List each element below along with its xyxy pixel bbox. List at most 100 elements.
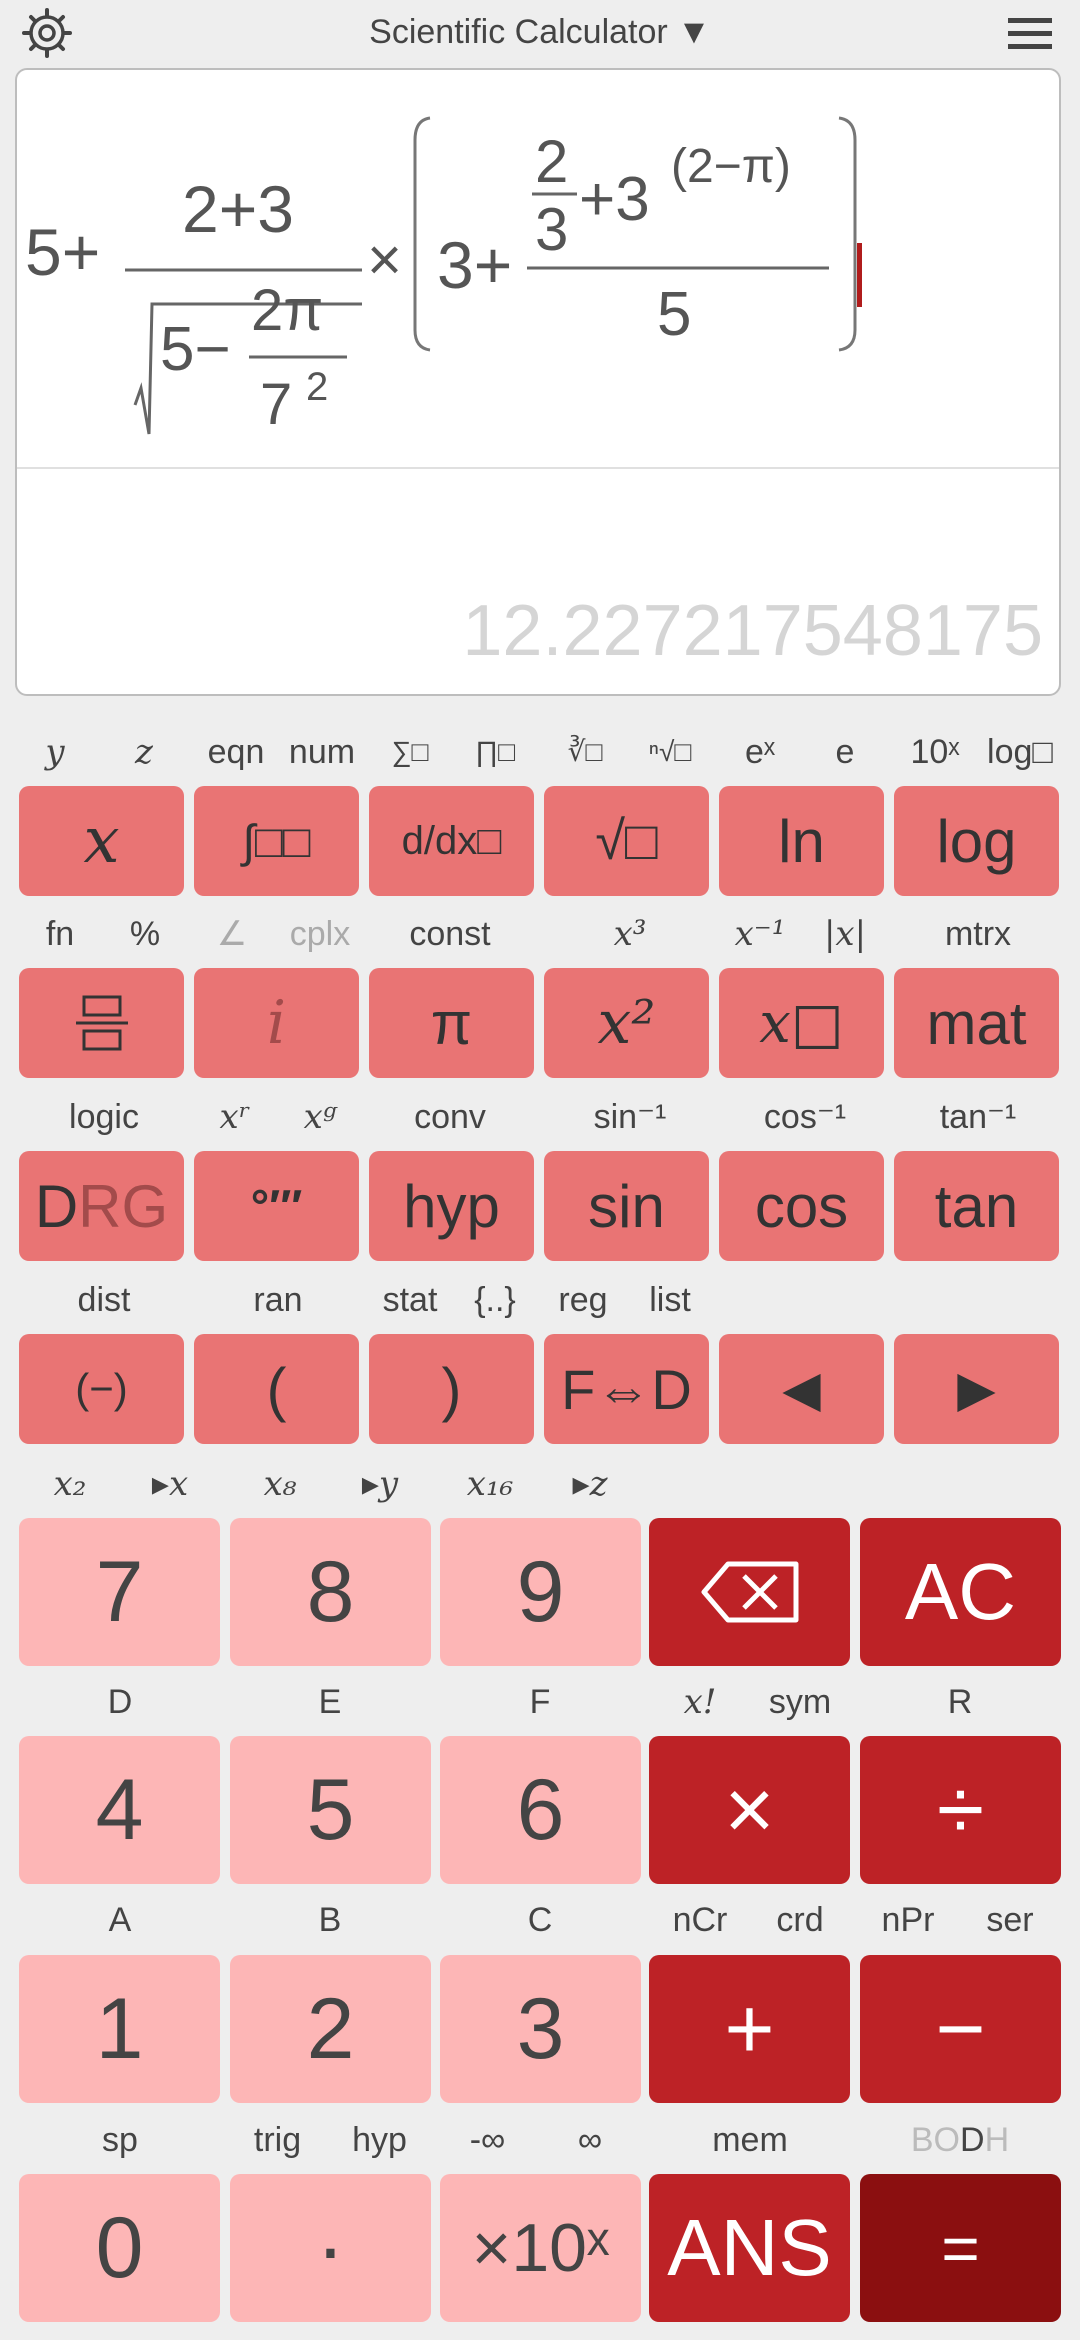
label-percent: % [129,915,161,953]
label-set: {..} [474,1281,516,1319]
label-store-x: ▸x [151,1464,189,1504]
label-acos: cos⁻¹ [763,1098,847,1136]
fraction-icon [75,995,128,1051]
result-value: 12.227217548175 [462,591,1043,671]
display-divider [17,467,1059,469]
label-store-z: ▸z [572,1464,608,1504]
label-hex-a: A [108,1901,132,1939]
x-power-key[interactable]: x□ [719,968,884,1078]
digit-1-key[interactable]: 1 [19,1955,220,2103]
cos-key[interactable]: cos [719,1151,884,1261]
label-bodh: BODH [910,2121,1010,2159]
negative-key[interactable]: (−) [19,1334,184,1444]
label-neg-infinity: -∞ [469,2121,506,2159]
input-cursor [857,243,862,307]
label-sp: sp [102,2121,138,2159]
digit-2-key[interactable]: 2 [230,1955,431,2103]
digit-3-key[interactable]: 3 [440,1955,641,2103]
label-cplx: cplx [289,915,351,953]
expr-3plus: 3+ [437,228,512,302]
digit-4-key[interactable]: 4 [19,1736,220,1884]
pi-key[interactable]: π [369,968,534,1078]
expression-input[interactable]: 5+ 2+3 5− 2π 7 2 × 3+ 2 3 +3 (2−π) 5 [17,70,1063,470]
label-product: ∏□ [475,736,515,767]
label-stat: stat [382,1281,438,1319]
label-conv: conv [414,1098,486,1136]
label-e: e [835,733,855,771]
all-clear-key[interactable]: AC [860,1518,1061,1666]
app-title-dropdown[interactable]: Scientific Calculator ▼ [0,6,1080,56]
drg-key[interactable]: D RG [19,1151,184,1261]
times-ten-power-key[interactable]: ×10ˣ [440,2174,641,2322]
expr-2pi: 2π [251,278,323,343]
digit-5-key[interactable]: 5 [230,1736,431,1884]
imaginary-i-key[interactable]: i [194,968,359,1078]
digit-8-key[interactable]: 8 [230,1518,431,1666]
calculator-display[interactable]: 5+ 2+3 5− 2π 7 2 × 3+ 2 3 +3 (2−π) 5 12.… [15,68,1061,696]
ln-key[interactable]: ln [719,786,884,896]
label-y: y [45,732,65,772]
label-xg: xᵍ [303,1097,337,1137]
tan-key[interactable]: tan [894,1151,1059,1261]
label-x-inverse: x⁻¹ [734,914,786,954]
label-factorial: x! [683,1682,717,1722]
close-paren-key[interactable]: ) [369,1334,534,1444]
variable-x-key[interactable]: x [19,786,184,896]
divide-key[interactable]: ÷ [860,1736,1061,1884]
digit-9-key[interactable]: 9 [440,1518,641,1666]
cursor-left-key[interactable]: ◀ [719,1334,884,1444]
label-hex-c: C [527,1901,553,1939]
expr-frac-2: 2 [535,128,568,195]
plus-key[interactable]: + [649,1955,850,2103]
label-fn: fn [45,915,75,953]
multiply-key[interactable]: × [649,1736,850,1884]
matrix-key[interactable]: mat [894,968,1059,1078]
backspace-key[interactable] [649,1518,850,1666]
label-mtrx: mtrx [944,915,1012,953]
label-num: num [288,733,356,771]
cursor-right-key[interactable]: ▶ [894,1334,1059,1444]
label-crd: crd [776,1901,824,1939]
label-trig: trig [253,2121,302,2159]
label-binary: x₂ [53,1464,87,1504]
decimal-point-key[interactable]: · [230,2174,431,2322]
label-dist: dist [77,1281,131,1319]
label-const: const [409,915,491,953]
expr-numerator: 2+3 [182,172,294,246]
expr-power: (2−π) [671,140,791,193]
x-squared-key[interactable]: x² [544,968,709,1078]
expr-times: × [367,226,402,293]
ans-key[interactable]: ANS [649,2174,850,2322]
label-r: R [947,1683,973,1721]
backspace-icon [701,1561,798,1623]
fraction-key[interactable] [19,968,184,1078]
open-paren-key[interactable]: ( [194,1334,359,1444]
digit-6-key[interactable]: 6 [440,1736,641,1884]
digit-0-key[interactable]: 0 [19,2174,220,2322]
label-store-y: ▸y [361,1464,399,1504]
hamburger-menu-icon[interactable] [1008,14,1052,54]
label-hex-e: E [318,1683,342,1721]
label-sym: sym [768,1683,832,1721]
digit-7-key[interactable]: 7 [19,1518,220,1666]
fraction-decimal-toggle-key[interactable]: F⇔D [544,1334,709,1444]
label-exp: eˣ [744,733,776,771]
log-key[interactable]: log [894,786,1059,896]
expr-sqrt-inner: 5− [160,315,231,384]
sin-key[interactable]: sin [544,1151,709,1261]
label-x-cubed: x³ [613,914,647,954]
derivative-key[interactable]: d/dx□ [369,786,534,896]
label-atan: tan⁻¹ [939,1098,1017,1136]
sqrt-key[interactable]: √□ [544,786,709,896]
label-cube-root: ∛□ [567,736,603,767]
expr-denominator-5: 5 [657,280,691,349]
equals-key[interactable]: = [860,2174,1061,2322]
degrees-minutes-seconds-key[interactable]: °′″ [194,1151,359,1261]
expr-frac-3: 3 [535,196,568,263]
label-hex: x₁₆ [466,1464,514,1504]
integral-key[interactable]: ∫□□ [194,786,359,896]
label-ran: ran [253,1281,303,1319]
hyp-key[interactable]: hyp [369,1151,534,1261]
minus-key[interactable]: − [860,1955,1061,2103]
label-abs: |x| [823,914,867,954]
